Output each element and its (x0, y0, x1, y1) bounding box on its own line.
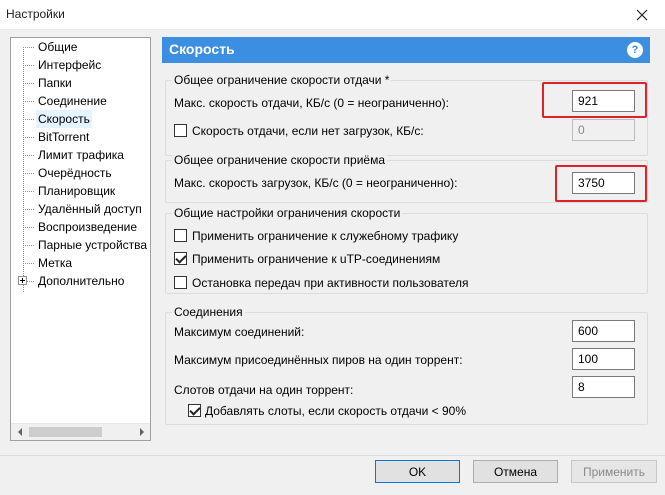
upload-slots-label: Слотов отдачи на один торрент: (174, 383, 354, 397)
max-upload-field[interactable] (572, 90, 635, 112)
page-title: Скорость (169, 41, 235, 57)
sidebar-item-label: Соединение (38, 94, 107, 108)
sidebar-item-label: Парные устройства (38, 238, 148, 252)
group-legend: Общие настройки ограничения скорости (172, 206, 403, 220)
sidebar-item-label: Удалённый доступ (38, 202, 142, 216)
add-slots-checkbox[interactable] (188, 404, 201, 417)
sidebar-item-label: Лимит трафика (38, 148, 124, 162)
limit-overhead-label: Применить ограничение к служебному трафи… (192, 229, 459, 243)
ok-button[interactable]: OK (375, 460, 460, 483)
stop-on-activity-label: Остановка передач при активности пользов… (192, 276, 469, 290)
max-upload-label: Макс. скорость отдачи, КБ/с (0 = неогран… (174, 96, 449, 110)
title-bar: Настройки (0, 0, 665, 30)
add-slots-label: Добавлять слоты, если скорость отдачи < … (205, 404, 466, 418)
max-peers-field[interactable] (572, 348, 635, 370)
max-connections-field[interactable] (572, 320, 635, 342)
sidebar-item-label: Дополнительно (38, 274, 125, 288)
sidebar-item-label: Очерёдность (38, 166, 112, 180)
no-download-upload-label: Скорость отдачи, если нет загрузок, КБ/с… (192, 124, 424, 138)
panel-header: Скорость ? (162, 37, 650, 63)
no-download-upload-checkbox[interactable] (174, 124, 187, 137)
limit-overhead-checkbox[interactable] (174, 229, 187, 242)
dialog-button-bar: OK Отмена Применить (0, 455, 665, 495)
scroll-left-icon[interactable] (11, 424, 28, 440)
expand-plus-icon[interactable] (18, 276, 27, 285)
sidebar-item-label: Скорость (36, 110, 92, 128)
stop-on-activity-checkbox[interactable] (174, 276, 187, 289)
upload-slots-field[interactable] (572, 376, 635, 398)
limit-utp-checkbox[interactable] (174, 252, 187, 265)
close-icon[interactable] (619, 0, 665, 30)
max-peers-label: Максимум присоединённых пиров на один то… (174, 353, 463, 367)
max-download-label: Макс. скорость загрузок, КБ/с (0 = неогр… (174, 176, 458, 190)
tree-horizontal-scrollbar[interactable] (11, 423, 150, 440)
sidebar-item-label: Планировщик (38, 184, 116, 198)
max-connections-label: Максимум соединений: (174, 325, 305, 339)
no-download-upload-field[interactable] (572, 119, 635, 141)
sidebar-item-label: Интерфейс (38, 58, 102, 72)
max-download-field[interactable] (572, 172, 635, 194)
help-icon[interactable]: ? (627, 42, 643, 58)
sidebar-item-label: BitTorrent (38, 130, 90, 144)
sidebar-item-label: Воспроизведение (38, 220, 138, 234)
scroll-right-icon[interactable] (133, 424, 150, 440)
group-legend: Общее ограничение скорости приёма (172, 153, 388, 167)
apply-button[interactable]: Применить (571, 460, 657, 483)
window-title: Настройки (6, 7, 65, 21)
sidebar-item-label: Общие (38, 40, 78, 54)
group-legend: Соединения (172, 305, 245, 319)
group-legend: Общее ограничение скорости отдачи * (172, 73, 392, 87)
cancel-button[interactable]: Отмена (473, 460, 558, 483)
sidebar-item-label: Метка (38, 256, 73, 270)
sidebar-item-label: Папки (38, 76, 72, 90)
settings-client-area: Общие Интерфейс Папки Соединение Скорост… (0, 30, 665, 455)
scrollbar-thumb[interactable] (29, 427, 102, 437)
settings-tree[interactable]: Общие Интерфейс Папки Соединение Скорост… (10, 37, 151, 441)
limit-utp-label: Применить ограничение к uTP-соединениям (192, 252, 441, 266)
